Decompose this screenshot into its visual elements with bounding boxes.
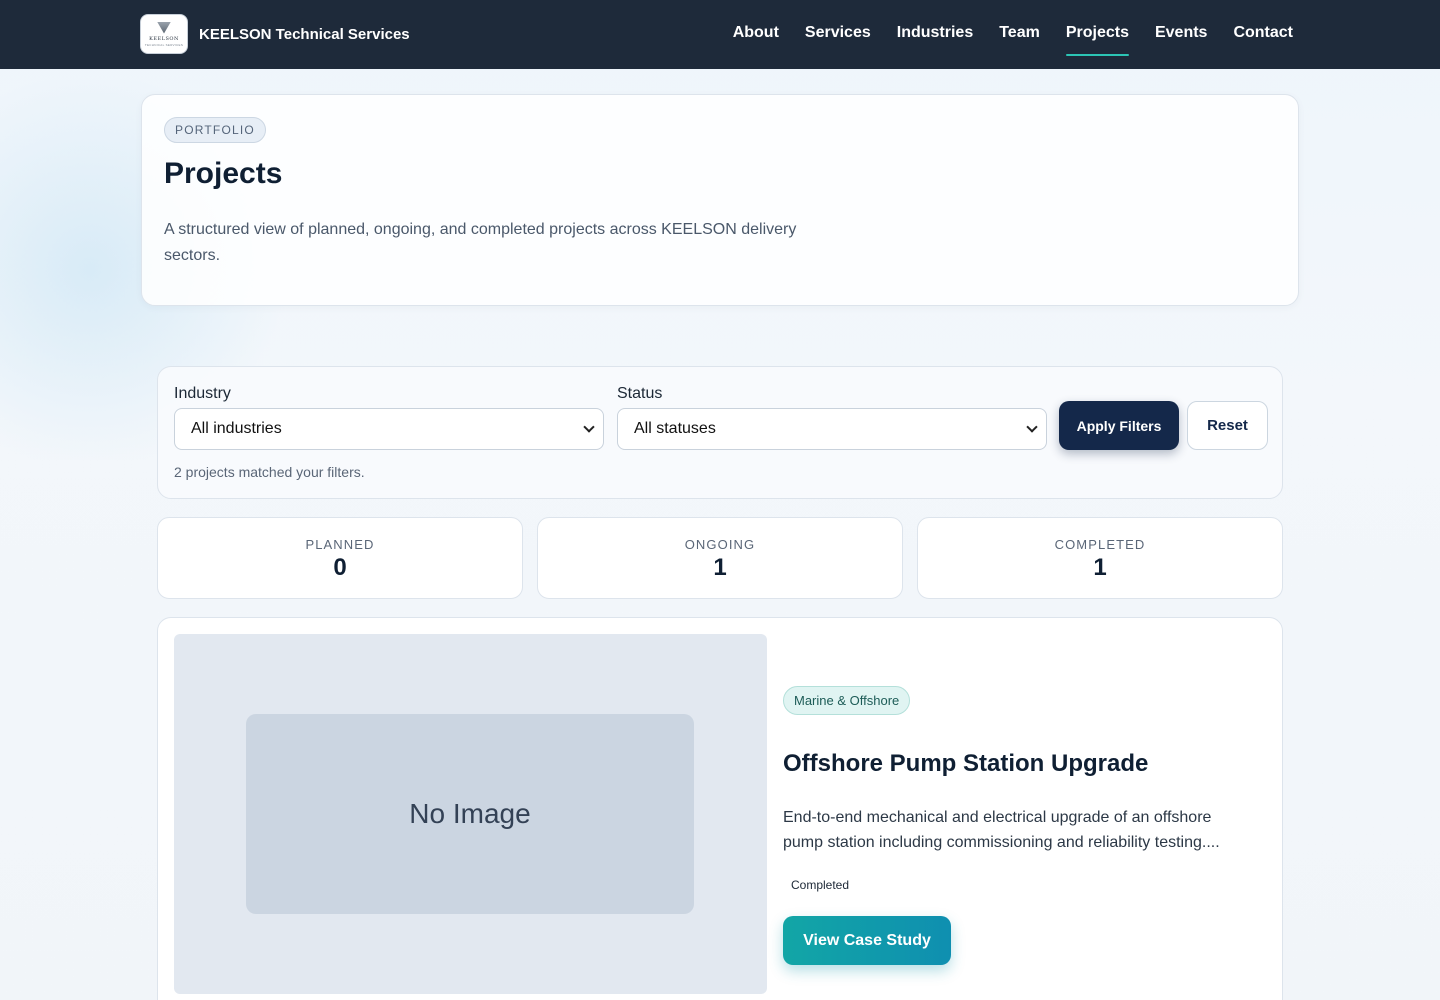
stat-value: 0 (333, 554, 347, 581)
nav-about[interactable]: About (733, 0, 779, 69)
status-select[interactable]: All statuses (617, 408, 1047, 450)
nav-team[interactable]: Team (999, 0, 1040, 69)
status-label: Status (617, 385, 663, 402)
nav-projects[interactable]: Projects (1065, 0, 1130, 69)
view-case-study-button[interactable]: View Case Study (783, 916, 951, 965)
industry-label: Industry (174, 385, 231, 402)
brand-name[interactable]: KEELSON Technical Services (199, 26, 410, 43)
stat-ongoing: ONGOING 1 (537, 517, 903, 599)
brand[interactable]: KEELSON TECHNICAL SERVICES KEELSON Techn… (140, 14, 410, 54)
industry-tag: Marine & Offshore (783, 686, 911, 715)
status-filter: Status All statuses (617, 385, 1047, 450)
match-count-text: 2 projects matched your filters. (174, 464, 365, 480)
top-navbar: KEELSON TECHNICAL SERVICES KEELSON Techn… (0, 0, 1440, 69)
portfolio-badge: PORTFOLIO (164, 117, 266, 143)
filter-panel: Industry All industries Status All statu… (157, 366, 1283, 499)
status-select-value: All statuses (634, 420, 716, 437)
chevron-down-icon (583, 421, 595, 433)
stat-planned: PLANNED 0 (157, 517, 523, 599)
no-image-placeholder: No Image (246, 714, 694, 914)
apply-filters-button[interactable]: Apply Filters (1059, 401, 1179, 450)
logo-emblem-icon (157, 21, 171, 34)
stat-label: COMPLETED (1054, 537, 1146, 552)
logo-subtext: TECHNICAL SERVICES (144, 42, 184, 47)
project-title: Offshore Pump Station Upgrade (783, 750, 1149, 777)
page-description: A structured view of planned, ongoing, a… (164, 221, 797, 264)
project-description: End-to-end mechanical and electrical upg… (783, 809, 1220, 851)
stat-value: 1 (713, 554, 727, 581)
stat-label: PLANNED (305, 537, 375, 552)
project-image[interactable]: No Image (174, 634, 767, 994)
nav-events[interactable]: Events (1155, 0, 1207, 69)
nav-industries[interactable]: Industries (897, 0, 973, 69)
logo-text: KEELSON (149, 35, 179, 42)
page-title: Projects (164, 157, 283, 190)
nav-contact[interactable]: Contact (1233, 0, 1293, 69)
industry-select-value: All industries (191, 420, 282, 437)
main-nav: About Services Industries Team Projects … (707, 0, 1293, 69)
company-logo[interactable]: KEELSON TECHNICAL SERVICES (140, 14, 188, 54)
project-status: Completed (791, 878, 850, 892)
project-card: No Image Marine & Offshore Offshore Pump… (157, 617, 1283, 1000)
industry-select[interactable]: All industries (174, 408, 604, 450)
nav-services[interactable]: Services (805, 0, 871, 69)
page-hero: PORTFOLIO Projects A structured view of … (141, 94, 1299, 306)
stat-completed: COMPLETED 1 (917, 517, 1283, 599)
industry-filter: Industry All industries (174, 385, 604, 450)
reset-button[interactable]: Reset (1187, 401, 1268, 450)
chevron-down-icon (1026, 421, 1038, 433)
stat-value: 1 (1093, 554, 1107, 581)
stat-label: ONGOING (684, 537, 756, 552)
